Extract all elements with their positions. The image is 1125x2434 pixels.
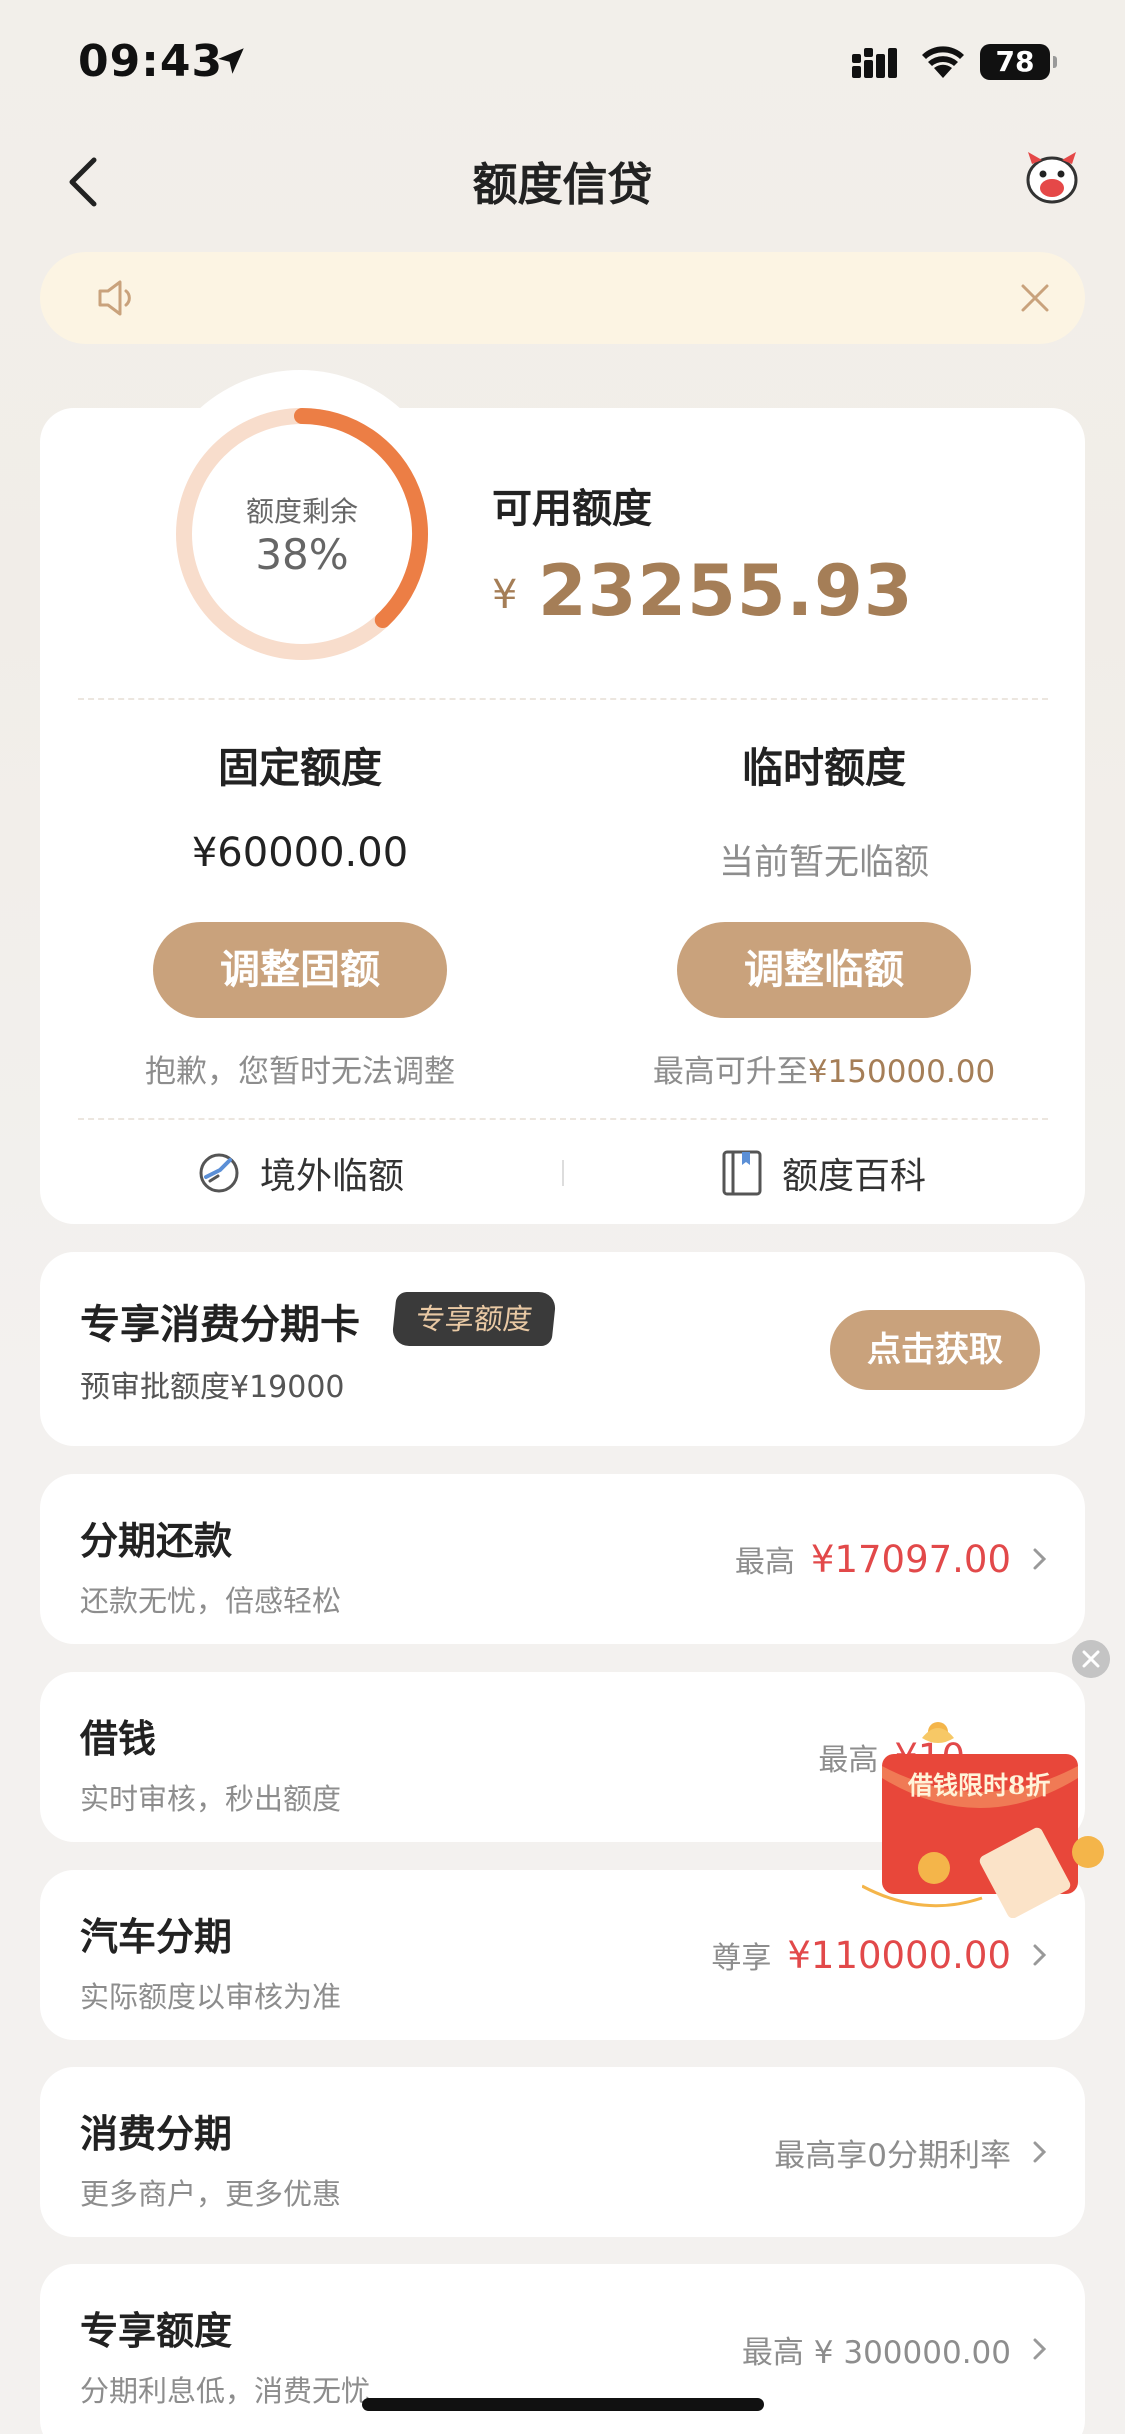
temporary-note-prefix: 最高可升至 xyxy=(652,1054,808,1090)
list-item-value: 尊享 ¥110000.00 xyxy=(711,1930,1051,1980)
list-item-value: 最高享0分期利率 xyxy=(774,2127,1051,2177)
promo-title: 专享消费分期卡 xyxy=(80,1302,360,1348)
wifi-icon xyxy=(922,46,964,78)
close-icon[interactable] xyxy=(1015,278,1055,318)
adjust-fixed-button[interactable]: 调整固额 xyxy=(153,922,447,1018)
list-item-subtitle: 分期利息低，消费无忧 xyxy=(80,2374,371,2408)
list-item-title: 消费分期 xyxy=(80,2112,233,2156)
ring-label: 额度剩余 xyxy=(245,495,358,528)
divider xyxy=(78,698,1048,700)
list-item-value: 最高 ¥17097.00 xyxy=(735,1534,1051,1584)
notice-bar[interactable] xyxy=(40,252,1085,344)
list-item-title: 专享额度 xyxy=(80,2309,233,2353)
get-now-button[interactable]: 点击获取 xyxy=(830,1310,1040,1390)
home-indicator xyxy=(362,2398,764,2411)
promo-subtitle: 预审批额度¥19000 xyxy=(80,1370,345,1405)
temporary-note-amount: ¥150000.00 xyxy=(807,1054,996,1090)
exclusive-limit-badge: 专享额度 xyxy=(391,1292,557,1346)
speaker-icon xyxy=(98,280,131,316)
status-bar: 09:43 78 xyxy=(0,0,1125,125)
divider xyxy=(78,1118,1048,1120)
chevron-right-icon xyxy=(1033,2338,1047,2360)
installment-card-promo[interactable]: 专享消费分期卡 专享额度 预审批额度¥19000 点击获取 xyxy=(40,1252,1085,1446)
value-text: 最高 ¥ 300000.00 xyxy=(741,2334,1011,2371)
page-title: 额度信贷 xyxy=(472,158,653,211)
book-icon xyxy=(722,1150,762,1196)
value-prefix: 尊享 xyxy=(711,1941,772,1976)
list-item-installment-repay[interactable]: 分期还款 还款无忧，倍感轻松 最高 ¥17097.00 xyxy=(40,1474,1085,1644)
close-float-icon[interactable] xyxy=(1072,1640,1110,1678)
link-separator xyxy=(562,1160,564,1186)
wiki-link-label: 额度百科 xyxy=(782,1156,927,1197)
borrow-discount-coupon[interactable]: 借钱限时8折 xyxy=(862,1718,1122,1918)
list-item-value: 最高 ¥ 300000.00 xyxy=(742,2324,1051,2374)
location-arrow-icon xyxy=(218,48,244,74)
adjust-temporary-button[interactable]: 调整临额 xyxy=(677,922,971,1018)
value-text: 最高享0分期利率 xyxy=(774,2137,1011,2174)
list-item-subtitle: 实际额度以审核为准 xyxy=(80,1980,342,2014)
available-currency: ¥ xyxy=(492,572,518,618)
chevron-right-icon xyxy=(1033,2141,1047,2163)
temporary-limit-status: 当前暂无临额 xyxy=(718,843,929,883)
red-envelope-icon xyxy=(862,1722,1104,1918)
list-item-subtitle: 更多商户，更多优惠 xyxy=(80,2177,342,2211)
chevron-right-icon xyxy=(1033,1944,1047,1966)
list-item-title: 汽车分期 xyxy=(80,1915,233,1959)
mascot-avatar-icon[interactable] xyxy=(1022,150,1082,206)
battery-indicator: 78 xyxy=(980,44,1057,80)
fixed-limit-title: 固定额度 xyxy=(218,744,382,792)
list-item-subtitle: 实时审核，秒出额度 xyxy=(80,1782,342,1816)
ring-percentage: 38% xyxy=(255,530,349,579)
credit-limit-page: 09:43 78 额度信贷 额度剩余 38% 可用额度 ¥ 23255.93 固… xyxy=(0,0,1125,2434)
globe-plane-icon xyxy=(199,1153,239,1193)
overseas-temp-limit-link[interactable]: 境外临额 xyxy=(196,1146,404,1200)
list-item-subtitle: 还款无忧，倍感轻松 xyxy=(80,1584,342,1618)
fixed-limit-value: ¥60000.00 xyxy=(191,830,409,876)
value-amount: ¥17097.00 xyxy=(810,1537,1011,1581)
cellular-signal-icon xyxy=(852,48,897,78)
list-item-title: 借钱 xyxy=(80,1717,157,1761)
value-prefix: 最高 xyxy=(734,1545,795,1580)
temporary-limit-note: 最高可升至¥150000.00 xyxy=(584,1046,1064,1091)
list-item-consumer-installment[interactable]: 消费分期 更多商户，更多优惠 最高享0分期利率 xyxy=(40,2067,1085,2237)
limit-wiki-link[interactable]: 额度百科 xyxy=(720,1146,926,1200)
list-item-title: 分期还款 xyxy=(80,1519,233,1563)
temporary-limit-title: 临时额度 xyxy=(742,744,906,792)
fixed-limit-note: 抱歉，您暂时无法调整 xyxy=(145,1054,455,1090)
overseas-link-label: 境外临额 xyxy=(260,1156,405,1197)
value-amount: ¥110000.00 xyxy=(787,1933,1011,1977)
available-limit-value: 23255.93 xyxy=(538,550,914,632)
coupon-text: 借钱限时8折 xyxy=(908,1771,1051,1800)
available-limit-label: 可用额度 xyxy=(492,486,652,532)
status-time: 09:43 xyxy=(78,36,224,87)
chevron-right-icon xyxy=(1033,1548,1047,1570)
